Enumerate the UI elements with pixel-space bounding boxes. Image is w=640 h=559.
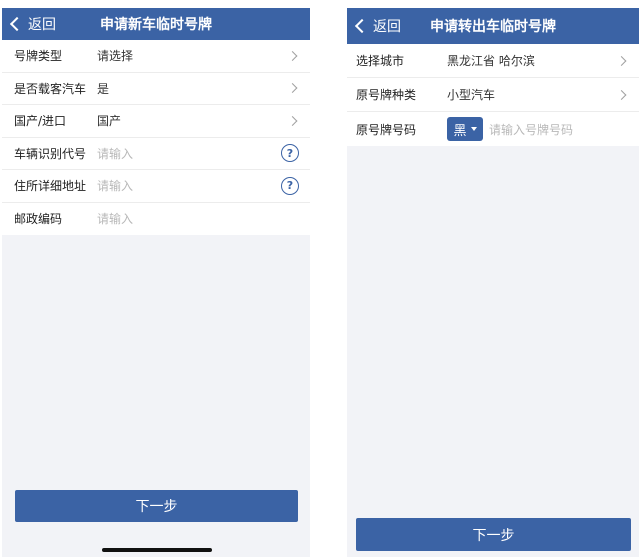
row-label: 邮政编码 — [14, 212, 63, 227]
province-prefix-dropdown[interactable]: 黑 — [447, 117, 483, 141]
form-list: 号牌类型 请选择 是否载客汽车 是 国产/进口 国产 车辆识别代号 请输入 ? … — [2, 40, 310, 235]
address-input[interactable]: 请输入 — [97, 177, 310, 194]
help-icon[interactable]: ? — [281, 144, 299, 163]
row-plate-type[interactable]: 号牌类型 请选择 — [2, 40, 310, 73]
row-label: 原号牌号码 — [356, 122, 417, 137]
row-original-plate-number: 原号牌号码 黑 请输入号牌号码 — [347, 112, 639, 146]
city-select[interactable]: 黑龙江省 哈尔滨 — [447, 52, 639, 69]
plate-type-select[interactable]: 请选择 — [97, 47, 310, 64]
row-address: 住所详细地址 请输入 ? — [2, 170, 310, 203]
page-title: 申请转出车临时号牌 — [430, 19, 556, 35]
next-step-button[interactable]: 下一步 — [15, 490, 298, 522]
row-passenger-vehicle[interactable]: 是否载客汽车 是 — [2, 73, 310, 105]
domestic-import-select[interactable]: 国产 — [97, 112, 310, 129]
form-list: 选择城市 黑龙江省 哈尔滨 原号牌种类 小型汽车 原号牌号码 黑 请输入号牌号码 — [347, 44, 639, 146]
row-label: 国产/进口 — [14, 114, 67, 129]
row-label: 住所详细地址 — [14, 179, 87, 194]
plate-number-input[interactable]: 请输入号牌号码 — [489, 121, 639, 138]
row-label: 号牌类型 — [14, 49, 63, 64]
postal-code-input[interactable]: 请输入 — [97, 210, 310, 227]
vin-input[interactable]: 请输入 — [97, 145, 310, 162]
passenger-vehicle-select[interactable]: 是 — [97, 80, 310, 97]
help-icon[interactable]: ? — [281, 176, 299, 195]
home-indicator[interactable] — [102, 548, 212, 552]
row-domestic-import[interactable]: 国产/进口 国产 — [2, 105, 310, 138]
nav-bar: 返回 申请新车临时号牌 — [2, 8, 310, 40]
phone-screen-transfer-plate: 返回 申请转出车临时号牌 选择城市 黑龙江省 哈尔滨 原号牌种类 小型汽车 原号… — [347, 8, 639, 557]
row-label: 选择城市 — [356, 54, 405, 68]
row-vin: 车辆识别代号 请输入 ? — [2, 138, 310, 170]
next-step-button[interactable]: 下一步 — [356, 518, 631, 551]
caret-down-icon — [470, 127, 477, 131]
row-city[interactable]: 选择城市 黑龙江省 哈尔滨 — [347, 44, 639, 78]
row-label: 原号牌种类 — [356, 88, 417, 102]
province-prefix-label: 黑 — [453, 123, 467, 139]
row-original-plate-type[interactable]: 原号牌种类 小型汽车 — [347, 78, 639, 112]
page-title: 申请新车临时号牌 — [100, 17, 212, 33]
nav-bar: 返回 申请转出车临时号牌 — [347, 8, 639, 44]
original-plate-type-select[interactable]: 小型汽车 — [447, 86, 639, 103]
phone-screen-new-plate: 返回 申请新车临时号牌 号牌类型 请选择 是否载客汽车 是 国产/进口 国产 车… — [2, 8, 310, 557]
row-postal-code: 邮政编码 请输入 — [2, 203, 310, 236]
row-label: 车辆识别代号 — [14, 146, 87, 161]
row-label: 是否载客汽车 — [14, 81, 87, 96]
